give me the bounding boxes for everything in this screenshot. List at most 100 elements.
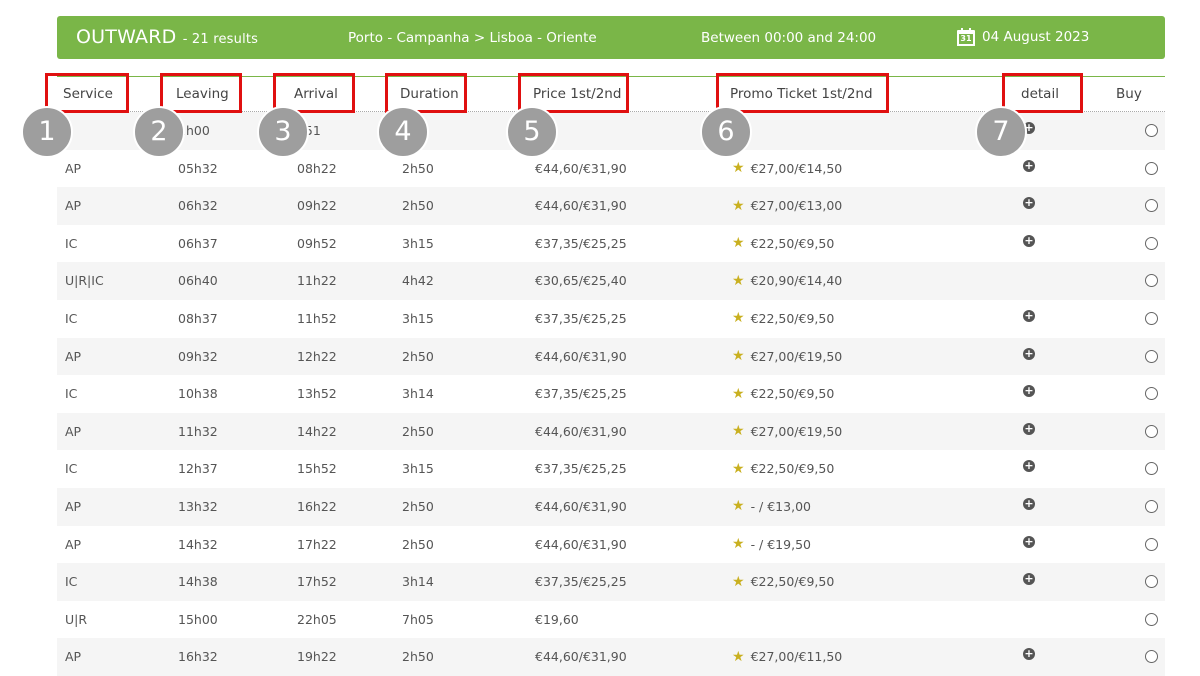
detail-plus-icon[interactable]: + [1023, 648, 1035, 661]
promo-price: €27,00/€19,50 [750, 348, 843, 364]
buy-radio[interactable] [1145, 499, 1158, 513]
direction-title: OUTWARD - 21 results [76, 26, 258, 48]
table-body: 1h00h5135+AP05h3208h222h50€44,60/€31,90★… [57, 112, 1165, 676]
buy-radio[interactable] [1145, 124, 1158, 137]
detail-plus-icon[interactable]: + [1023, 159, 1035, 172]
price-cell: €37,35/€25,25 [535, 574, 627, 590]
promo-price: €22,50/€9,50 [750, 461, 835, 477]
leaving-cell: 13h32 [178, 498, 218, 514]
table-row[interactable]: U|R|IC 06h40 11h22 4h42 €30,65/€25,40 ★ €20,90… [57, 262, 1165, 300]
col-buy: Buy [1116, 86, 1142, 102]
promo-price: €22,50/€9,50 [750, 386, 835, 402]
route-label: Porto - Campanha > Lisboa - Oriente [348, 30, 597, 46]
buy-radio[interactable] [1145, 199, 1158, 213]
table-row[interactable]: AP 14h32 17h22 2h50 €44,60/€31,90 ★ - / €19,50… [57, 525, 1165, 564]
duration-cell: 2h50 [402, 423, 434, 439]
detail-plus-icon[interactable]: + [1023, 234, 1035, 247]
buy-radio[interactable] [1145, 349, 1158, 363]
promo-star-icon: ★ [732, 235, 745, 252]
results-header: OUTWARD - 21 results Porto - Campanha > … [57, 16, 1165, 59]
arrival-cell: 08h22 [297, 160, 337, 176]
buy-radio[interactable] [1145, 236, 1158, 250]
buy-radio[interactable] [1145, 387, 1158, 401]
results-table: Service Leaving Arrival Duration Price 1… [57, 76, 1165, 676]
detail-plus-icon[interactable]: + [1023, 422, 1035, 435]
promo-price: - / €13,00 [750, 498, 811, 514]
promo-star-icon: ★ [732, 573, 745, 590]
detail-plus-icon[interactable]: + [1023, 497, 1035, 510]
detail-plus-icon[interactable]: + [1023, 385, 1035, 398]
marker-4: 4 [377, 106, 429, 158]
leaving-cell: 06h37 [178, 235, 218, 251]
arrival-cell: 14h22 [297, 423, 337, 439]
detail-plus-icon[interactable]: + [1023, 309, 1035, 322]
arrival-cell: 22h05 [297, 611, 337, 627]
date-picker[interactable]: 31 04 August 2023 [957, 28, 1089, 46]
detail-plus-icon[interactable]: + [1023, 197, 1035, 210]
buy-radio[interactable] [1145, 575, 1158, 589]
service-cell: IC [65, 574, 78, 590]
results-count: - 21 results [182, 32, 259, 47]
table-row[interactable]: AP 09h32 12h22 2h50 €44,60/€31,90 ★ €27,00/€19… [57, 337, 1165, 376]
table-row[interactable]: IC 14h38 17h52 3h14 €37,35/€25,25 ★ €22,50/€9,… [57, 563, 1165, 601]
promo-price: €22,50/€9,50 [750, 574, 835, 590]
promo-star-icon: ★ [732, 160, 745, 177]
promo-cell: ★ €27,00/€19,50 [732, 424, 842, 439]
leaving-cell: 15h00 [178, 611, 218, 627]
leaving-cell: 05h32 [178, 160, 218, 176]
service-cell: IC [65, 461, 78, 477]
promo-cell: ★ €27,00/€14,50 [732, 161, 842, 176]
detail-plus-icon[interactable]: + [1023, 347, 1035, 360]
table-row[interactable]: AP 11h32 14h22 2h50 €44,60/€31,90 ★ €27,00/€19… [57, 412, 1165, 451]
service-cell: AP [65, 536, 82, 552]
leaving-cell: 16h32 [178, 649, 218, 665]
arrival-cell: 17h52 [297, 574, 337, 590]
detail-plus-icon[interactable]: + [1023, 573, 1035, 586]
buy-radio[interactable] [1145, 537, 1158, 551]
service-cell: AP [65, 160, 82, 176]
price-cell: €44,60/€31,90 [535, 536, 627, 552]
arrival-cell: 13h52 [297, 386, 337, 402]
price-cell: €37,35/€25,25 [535, 386, 627, 402]
buy-radio[interactable] [1145, 161, 1158, 175]
promo-cell: ★ €22,50/€9,50 [732, 236, 834, 251]
highlight-promo [716, 73, 889, 113]
promo-cell: ★ €22,50/€9,50 [732, 574, 834, 589]
promo-cell: ★ €27,00/€19,50 [732, 349, 842, 364]
table-row[interactable]: AP 16h32 19h22 2h50 €44,60/€31,90 ★ €27,00/€11… [57, 638, 1165, 676]
price-cell: €44,60/€31,90 [535, 198, 627, 214]
service-cell: AP [65, 649, 82, 665]
table-row[interactable]: IC 10h38 13h52 3h14 €37,35/€25,25 ★ €22,50/€9,… [57, 375, 1165, 413]
duration-cell: 4h42 [402, 273, 434, 289]
service-cell: IC [65, 386, 78, 402]
direction-label: OUTWARD [76, 26, 177, 48]
duration-cell: 2h50 [402, 536, 434, 552]
promo-star-icon: ★ [732, 310, 745, 327]
buy-radio[interactable] [1145, 274, 1158, 288]
table-row[interactable]: U|R 15h00 22h05 7h05 €19,60 [57, 600, 1165, 639]
service-cell: U|R [65, 611, 88, 627]
highlight-service [45, 73, 129, 113]
table-row[interactable]: AP 13h32 16h22 2h50 €44,60/€31,90 ★ - / €13,00… [57, 487, 1165, 526]
table-row[interactable]: IC 08h37 11h52 3h15 €37,35/€25,25 ★ €22,50/€9,… [57, 299, 1165, 338]
buy-radio[interactable] [1145, 612, 1158, 626]
service-cell: U|R|IC [65, 273, 104, 289]
price-cell: €44,60/€31,90 [535, 423, 627, 439]
promo-star-icon: ★ [732, 498, 745, 515]
detail-plus-icon[interactable]: + [1023, 535, 1035, 548]
service-cell: AP [65, 498, 82, 514]
price-cell: €37,35/€25,25 [535, 461, 627, 477]
table-row[interactable]: IC 12h37 15h52 3h15 €37,35/€25,25 ★ €22,50/€9,… [57, 450, 1165, 488]
promo-price: €27,00/€11,50 [750, 649, 843, 665]
detail-plus-icon[interactable]: + [1023, 460, 1035, 473]
buy-radio[interactable] [1145, 424, 1158, 438]
promo-star-icon: ★ [732, 385, 745, 402]
table-row[interactable]: AP 06h32 09h22 2h50 €44,60/€31,90 ★ €27,00/€13… [57, 187, 1165, 225]
buy-radio[interactable] [1145, 650, 1158, 664]
promo-price: €22,50/€9,50 [750, 310, 835, 326]
buy-radio[interactable] [1145, 462, 1158, 476]
table-row[interactable]: IC 06h37 09h52 3h15 €37,35/€25,25 ★ €22,50/€9,… [57, 224, 1165, 263]
arrival-cell: 12h22 [297, 348, 337, 364]
service-cell: IC [65, 235, 78, 251]
buy-radio[interactable] [1145, 311, 1158, 325]
